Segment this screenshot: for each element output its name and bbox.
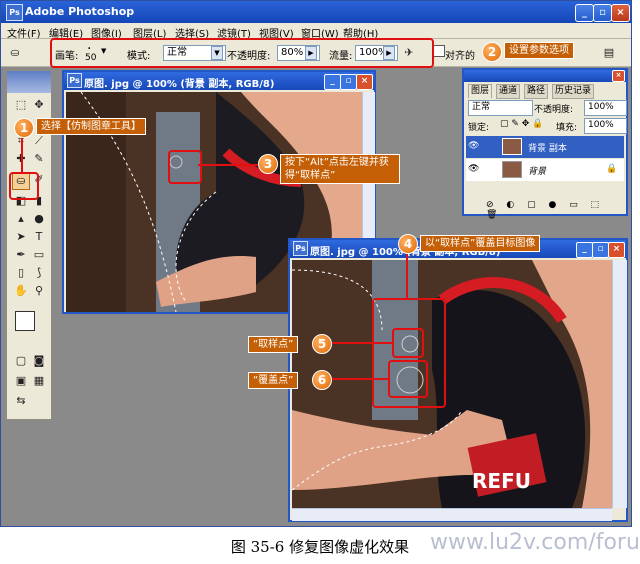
pen-tool-icon[interactable]: ✒ xyxy=(13,247,29,262)
sample-point-highlight xyxy=(392,328,424,358)
annotation-note-6: “覆盖点” xyxy=(248,372,299,389)
layers-bottom-toolbar[interactable]: ⊘ ◐ ▢ ● ▭ ⬚ 🗑 xyxy=(466,200,624,220)
minimize-button[interactable]: _ xyxy=(575,4,594,22)
layer-opacity-input[interactable]: 100% xyxy=(584,100,627,116)
annotation-arrow-3 xyxy=(198,164,260,166)
menu-file[interactable]: 文件(F) xyxy=(7,25,41,40)
hand-tool-icon[interactable]: ✋ xyxy=(13,283,29,298)
eyedropper-icon[interactable]: ⟆ xyxy=(31,265,47,280)
maximize-button[interactable]: ▫ xyxy=(593,4,612,22)
layer-name: 背景 xyxy=(528,167,547,177)
clone-stamp-preset-icon[interactable]: ⛀ xyxy=(7,45,23,60)
annotation-arrow-1 xyxy=(21,138,23,174)
aligned-label: 对齐的 xyxy=(445,51,475,62)
slice-tool-icon[interactable]: ⟋ xyxy=(31,133,47,148)
photo-image-front: REFU xyxy=(292,260,612,508)
marquee-tool-icon[interactable]: ⬚ xyxy=(13,97,29,112)
doc2-maximize-button[interactable]: ▫ xyxy=(592,242,609,258)
document-canvas-front[interactable]: REFU xyxy=(292,260,612,508)
doc-minimize-button[interactable]: _ xyxy=(324,74,341,90)
zoom-tool-icon[interactable]: ⚲ xyxy=(31,283,47,298)
foreground-color-swatch[interactable] xyxy=(15,311,35,331)
fill-label: 填充: xyxy=(556,123,578,133)
shape-tool-icon[interactable]: ▭ xyxy=(31,247,47,262)
horizontal-scrollbar-front[interactable] xyxy=(292,508,612,521)
notes-tool-icon[interactable]: ▯ xyxy=(13,265,29,280)
layers-panel: × 图层 通道 路径 历史记录 正常 不透明度: 100% 锁定: ▢ ✎ ✥ … xyxy=(462,68,628,220)
svg-text:REFU: REFU xyxy=(472,469,531,493)
tab-paths[interactable]: 路径 xyxy=(524,84,549,99)
document-icon-front: Ps xyxy=(293,241,308,256)
doc2-minimize-button[interactable]: _ xyxy=(576,242,593,258)
annotation-arrow-6 xyxy=(332,378,388,380)
annotation-note-5: “取样点” xyxy=(248,336,299,353)
annotation-badge-5: 5 xyxy=(312,334,332,354)
app-title: Adobe Photoshop xyxy=(25,5,135,18)
layer-blend-mode[interactable]: 正常 xyxy=(468,100,533,116)
palette-well-icon[interactable]: ▤ xyxy=(601,45,617,60)
layer-opacity-label: 不透明度: xyxy=(534,105,574,115)
toolbox-header-logo xyxy=(7,71,51,93)
eye-icon[interactable]: 👁 xyxy=(468,164,479,174)
doc-close-button[interactable]: × xyxy=(356,74,373,90)
lock-label: 锁定: xyxy=(468,123,490,133)
annotation-note-2: 设置参数选项 xyxy=(504,42,574,59)
menu-bar: 文件(F) 编辑(E) 图像(I) 图层(L) 选择(S) 滤镜(T) 视图(V… xyxy=(1,23,631,40)
close-button[interactable]: × xyxy=(611,4,630,22)
layer-row-background[interactable]: 👁 背景 🔒 xyxy=(466,159,624,181)
screen-mode-icon[interactable]: ▣ xyxy=(13,373,29,388)
annotation-note-1: 选择【仿制图章工具】 xyxy=(36,118,146,135)
aligned-checkbox[interactable] xyxy=(433,45,445,57)
document-title-bar: Ps 原图. jpg @ 100% (背景 副本, RGB/8) _ ▫ × xyxy=(64,72,374,90)
document-title: 原图. jpg @ 100% (背景 副本, RGB/8) xyxy=(84,79,275,90)
annotation-badge-6: 6 xyxy=(312,370,332,390)
tab-channels[interactable]: 通道 xyxy=(496,84,521,99)
annotation-badge-2: 2 xyxy=(482,42,502,62)
eye-icon[interactable]: 👁 xyxy=(468,141,479,151)
annotation-badge-4: 4 xyxy=(398,234,418,254)
path-select-icon[interactable]: ➤ xyxy=(13,229,29,244)
layer-thumbnail xyxy=(502,161,522,178)
annotation-arrow-4 xyxy=(406,254,408,298)
fill-input[interactable]: 100% xyxy=(584,118,627,134)
type-tool-icon[interactable]: T xyxy=(31,229,47,244)
photoshop-logo-icon: Ps xyxy=(6,4,23,21)
annotation-arrow-5 xyxy=(332,342,392,344)
document-window-front[interactable]: Ps 原图. jpg @ 100% (背景 副本, RGB/8) _ ▫ × R… xyxy=(288,238,628,522)
watermark: www.lu2v.com/forum xyxy=(430,530,640,555)
layers-close-button[interactable]: × xyxy=(612,70,625,82)
imageready-icon[interactable]: ⇆ xyxy=(13,393,29,408)
lock-icons[interactable]: ▢ ✎ ✥ 🔒 xyxy=(500,119,543,129)
document-icon: Ps xyxy=(67,73,82,88)
annotation-badge-3: 3 xyxy=(258,154,278,174)
doc-maximize-button[interactable]: ▫ xyxy=(340,74,357,90)
options-highlight-box xyxy=(50,38,434,68)
brush-tool-icon[interactable]: ✎ xyxy=(31,151,47,166)
annotation-badge-1: 1 xyxy=(14,118,34,138)
layer-name: 背景 副本 xyxy=(528,144,567,154)
annotation-note-4: 以“取样点”覆盖目标图像 xyxy=(420,235,541,252)
title-bar: Ps Adobe Photoshop _ ▫ × xyxy=(1,1,631,23)
annotation-note-3: 按下“Alt”点击左键并获得“取样点” xyxy=(280,154,400,184)
clone-stamp-highlight xyxy=(9,172,39,200)
sample-point-highlight-back xyxy=(168,150,202,184)
target-point-highlight xyxy=(388,360,428,398)
lock-icon: 🔒 xyxy=(606,164,618,174)
standard-mode-icon[interactable]: ▢ xyxy=(13,353,29,368)
layer-thumbnail xyxy=(502,138,522,155)
tab-layers[interactable]: 图层 xyxy=(468,84,493,98)
doc2-close-button[interactable]: × xyxy=(608,242,625,258)
fullscreen-mode-icon[interactable]: ▦ xyxy=(31,373,47,388)
layers-panel-title-bar: × xyxy=(464,70,626,82)
dodge-tool-icon[interactable]: ● xyxy=(31,211,47,226)
blur-tool-icon[interactable]: ▴ xyxy=(13,211,29,226)
move-tool-icon[interactable]: ✥ xyxy=(31,97,47,112)
tab-history[interactable]: 历史记录 xyxy=(552,84,595,99)
vertical-scrollbar-front[interactable] xyxy=(612,260,627,508)
quickmask-mode-icon[interactable]: ◙ xyxy=(31,353,47,368)
layer-row-background-copy[interactable]: 👁 背景 副本 xyxy=(466,136,624,158)
